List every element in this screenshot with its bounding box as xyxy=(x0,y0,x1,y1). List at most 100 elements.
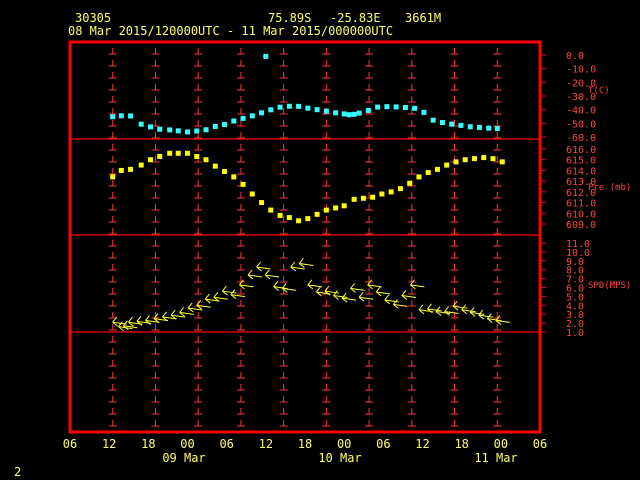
wind-barb xyxy=(375,286,391,297)
temperature-point xyxy=(421,109,427,115)
temperature-series xyxy=(110,53,500,135)
station-lat: 75.89S xyxy=(268,11,311,25)
wind-barb-head xyxy=(213,291,219,298)
pressure-point xyxy=(314,211,320,217)
wind-barb-head xyxy=(384,294,390,301)
y-tick-label: 615.0 xyxy=(566,156,596,167)
temperature-point xyxy=(167,127,173,133)
pressure-point xyxy=(397,186,403,192)
x-tick-label: 12 xyxy=(415,437,429,451)
wind-barb xyxy=(298,258,314,268)
x-axis: 06 12 18 00 06 12 18 00 06 12 18 00 06 09 Mar 10 Mar 11… xyxy=(63,437,547,465)
temperature-point xyxy=(458,122,464,128)
x-tick-label: 06 xyxy=(63,437,77,451)
temperature-point xyxy=(494,126,500,132)
pressure-point xyxy=(333,205,339,211)
pressure-point xyxy=(490,156,496,162)
pressure-point xyxy=(118,167,124,173)
wind-barb xyxy=(204,293,220,304)
pressure-point xyxy=(341,203,347,209)
x-tick-label: 18 xyxy=(141,437,155,451)
wind-barb xyxy=(410,279,425,290)
temperature-point xyxy=(402,104,408,110)
wind-barb-head xyxy=(324,285,330,292)
wind-barb xyxy=(162,311,177,322)
temperature-point xyxy=(147,124,153,130)
y-tick-label: 616.0 xyxy=(566,145,596,156)
temperature-point xyxy=(268,107,274,113)
pressure-point xyxy=(222,169,228,174)
wind-barb-head xyxy=(187,302,193,309)
temperature-point xyxy=(486,125,492,131)
temperature-point xyxy=(157,126,163,132)
pressure-point xyxy=(138,162,144,168)
pressure-point xyxy=(128,166,134,172)
pressure-point xyxy=(259,200,265,206)
wind-barb-head xyxy=(427,303,432,310)
temperature-point xyxy=(286,103,292,109)
pressure-point xyxy=(194,154,200,159)
temperature-point xyxy=(341,111,347,117)
temperature-point xyxy=(476,124,482,130)
pressure-point xyxy=(444,162,450,168)
wind-barb-head xyxy=(264,269,270,276)
temperature-point xyxy=(175,128,181,134)
y-tick-label: 0.0 xyxy=(566,51,584,62)
y-axes: 0.0-10.0-20.0-30.0-40.0-50.0-60.0T(C)616… xyxy=(540,51,631,339)
station-id: 30305 xyxy=(75,11,111,25)
pressure-point xyxy=(462,157,468,163)
temperature-point xyxy=(240,115,246,121)
temperature-point xyxy=(351,111,357,117)
temperature-point xyxy=(314,107,320,113)
wind-barb-head xyxy=(256,261,261,268)
temperature-point xyxy=(110,114,116,120)
y-tick-label: 614.0 xyxy=(566,166,596,177)
wind-barb-head xyxy=(298,258,304,264)
x-tick-label: 00 xyxy=(180,437,194,451)
wind-barb-head xyxy=(204,293,210,300)
x-date-label: 10 Mar xyxy=(318,451,361,465)
x-tick-label: 18 xyxy=(298,437,312,451)
temperature-point xyxy=(346,112,352,118)
y-tick-label: 609.0 xyxy=(566,220,596,231)
temperature-point xyxy=(118,113,124,119)
temperature-point xyxy=(323,108,329,114)
wind-barb xyxy=(350,283,365,293)
wind-barb-head xyxy=(316,286,321,293)
meteogram-chart: 30305 75.89S -25.83E 3661M 08 Mar 2015/1… xyxy=(14,11,631,479)
temperature-point xyxy=(384,104,390,110)
x-tick-label: 12 xyxy=(102,437,116,451)
x-tick-label: 06 xyxy=(376,437,390,451)
temperature-point xyxy=(296,103,302,109)
pressure-point xyxy=(305,216,311,222)
temperature-point xyxy=(203,127,209,133)
temperature-point xyxy=(305,105,311,111)
pressure-point xyxy=(481,155,487,161)
wind-barb xyxy=(341,292,357,303)
temperature-point xyxy=(333,110,339,116)
wind-barb-head xyxy=(222,285,227,292)
wind-barb xyxy=(264,269,280,280)
wind-barb xyxy=(401,290,416,300)
temperature-point xyxy=(263,53,269,59)
wind-barb-head xyxy=(418,304,424,311)
plot-frame xyxy=(68,40,542,434)
x-tick-label: 06 xyxy=(533,437,547,451)
temperature-point xyxy=(393,104,399,110)
temperature-point xyxy=(277,104,283,110)
x-tick-label: 12 xyxy=(259,437,273,451)
y-tick-label: -60.0 xyxy=(566,133,596,144)
temperature-point xyxy=(194,128,200,134)
pressure-series xyxy=(110,150,505,224)
temperature-point xyxy=(222,122,228,128)
pressure-point xyxy=(388,189,394,195)
temperature-point xyxy=(231,118,237,124)
pressure-point xyxy=(212,163,218,169)
grid xyxy=(108,48,502,428)
y-tick-label: -50.0 xyxy=(566,119,596,130)
pressure-point xyxy=(407,180,413,186)
header: 30305 75.89S -25.83E 3661M 08 Mar 2015/1… xyxy=(68,11,441,38)
wind-barb-head xyxy=(136,316,142,322)
pressure-point xyxy=(471,156,477,162)
wind-barb-head xyxy=(358,291,364,298)
